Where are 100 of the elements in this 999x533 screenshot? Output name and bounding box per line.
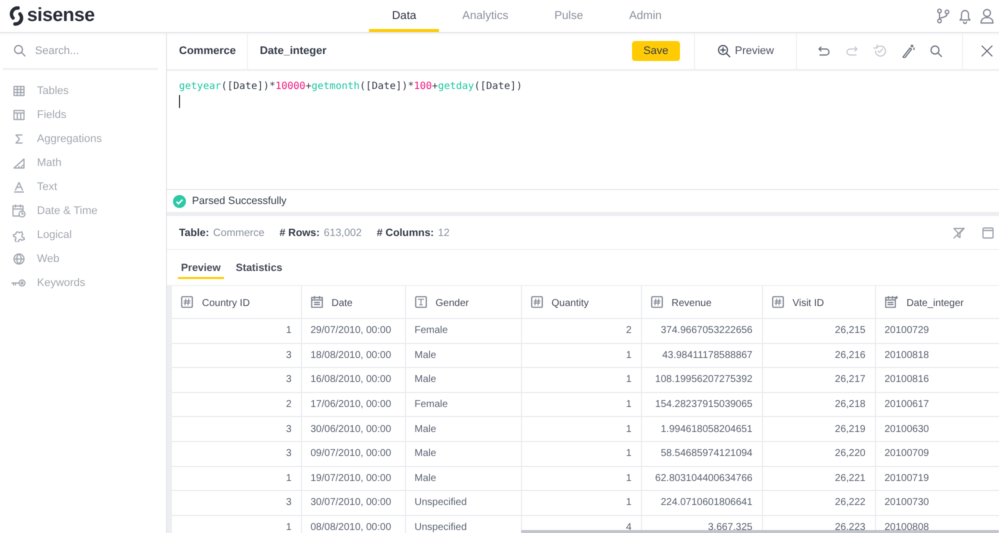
table-cell: 08/08/2010, 00:00 — [301, 515, 405, 533]
table-cell: 09/07/2010, 00:00 — [301, 441, 405, 466]
table-cell: Female — [405, 392, 521, 417]
table-cell: 1 — [521, 392, 641, 417]
table-cell: Male — [405, 343, 521, 368]
table-cell: 26,222 — [762, 490, 875, 516]
table-cell: 154.28237915039065 — [641, 392, 762, 417]
table-cell: 43.98411178588867 — [641, 343, 762, 368]
table-cell: 20100617 — [875, 392, 999, 417]
column-header[interactable]: Date — [301, 286, 405, 318]
table-cell: 18/08/2010, 00:00 — [301, 343, 405, 368]
table-cell: 3 — [172, 441, 301, 466]
user-icon[interactable] — [980, 8, 994, 24]
formula-text[interactable]: getyear([Date])*10000+getmonth([Date])*100+getday([Date]) — [179, 81, 522, 92]
table-cell: 108.19956207275392 — [641, 368, 762, 392]
columns-icon — [13, 109, 25, 121]
panel-icon[interactable] — [982, 226, 994, 238]
table-cell: 20100818 — [875, 343, 999, 368]
column-header[interactable]: Date_integer — [875, 286, 999, 318]
table-cell: Unspecified — [405, 490, 521, 516]
table-cell: Unspecified — [405, 515, 521, 533]
table-cell: 20100719 — [875, 466, 999, 491]
table-cell: 1 — [521, 441, 641, 466]
column-header[interactable]: Revenue — [641, 286, 762, 318]
table-cell: 26,220 — [762, 441, 875, 466]
logo-icon — [9, 6, 24, 26]
table-cell: 2 — [172, 392, 301, 417]
table-cell: 3 — [172, 343, 301, 368]
table-cell: 2 — [521, 318, 641, 344]
calendar-clock-icon — [12, 204, 26, 218]
sigma-icon — [13, 133, 25, 145]
ruler-triangle-icon — [13, 157, 25, 169]
info-value: 613,002 — [324, 226, 362, 238]
text-type-icon — [414, 296, 426, 308]
table-cell: 29/07/2010, 00:00 — [301, 318, 405, 344]
number-type-icon — [772, 296, 784, 308]
table-cell: 20100730 — [875, 490, 999, 516]
search-icon[interactable] — [929, 44, 943, 58]
key-icon — [11, 277, 27, 289]
scrollbar[interactable] — [521, 530, 999, 533]
info-value: 12 — [438, 226, 450, 238]
table-cell: 1 — [521, 368, 641, 392]
calendar-icon — [310, 296, 322, 308]
table-cell: 26,221 — [762, 466, 875, 491]
table-cell: 62.803104400634766 — [641, 466, 762, 491]
search-icon — [13, 44, 26, 57]
preview-button[interactable]: Preview — [694, 33, 797, 69]
nav-tab[interactable]: Data — [369, 0, 440, 32]
table-cell: 26,219 — [762, 416, 875, 442]
info-label: # Rows: — [280, 226, 320, 238]
globe-icon — [13, 253, 25, 265]
table-cell: 19/07/2010, 00:00 — [301, 466, 405, 491]
zoom-in-icon — [716, 44, 731, 58]
save-button[interactable]: Save — [632, 41, 680, 61]
table-cell: 20100630 — [875, 416, 999, 442]
table-cell: 30/07/2010, 00:00 — [301, 490, 405, 516]
info-value: Commerce — [213, 226, 264, 238]
bell-icon[interactable] — [958, 8, 972, 24]
column-header[interactable]: Visit ID — [762, 286, 875, 318]
column-header[interactable]: Quantity — [521, 286, 641, 318]
table-cell: Female — [405, 318, 521, 344]
table-cell: 1 — [521, 490, 641, 516]
table-cell: 3 — [172, 490, 301, 516]
number-type-icon — [181, 296, 193, 308]
table-cell: 26,218 — [762, 392, 875, 417]
magic-wand-icon[interactable] — [901, 44, 915, 58]
table-cell: Male — [405, 441, 521, 466]
filter-off-icon[interactable] — [953, 226, 965, 238]
search-field[interactable]: Search... — [35, 44, 145, 56]
text-cursor — [179, 95, 180, 108]
table-cell: 1 — [172, 515, 301, 533]
table-cell: 16/08/2010, 00:00 — [301, 368, 405, 392]
info-label: Table: — [179, 226, 210, 238]
table-cell: 1 — [521, 343, 641, 368]
breadcrumb-item[interactable]: Commerce — [167, 33, 248, 69]
table-cell: 58.54685974121094 — [641, 441, 762, 466]
table-cell: 3 — [172, 368, 301, 392]
branch-icon[interactable] — [936, 8, 950, 24]
table-cell: 1 — [172, 318, 301, 344]
tab[interactable]: Statistics — [232, 262, 286, 279]
table-cell: Male — [405, 368, 521, 392]
calendar-sparkle-icon — [884, 296, 898, 308]
table-cell: 1 — [172, 466, 301, 491]
number-type-icon — [650, 296, 662, 308]
table-cell: 17/06/2010, 00:00 — [301, 392, 405, 417]
close-icon[interactable] — [981, 45, 993, 57]
table-cell: Male — [405, 416, 521, 442]
number-type-icon — [530, 296, 542, 308]
logo-text: sisense — [27, 5, 95, 27]
table-cell: 1.994618058204651 — [641, 416, 762, 442]
table-cell: 26,216 — [762, 343, 875, 368]
table-cell: 26,217 — [762, 368, 875, 392]
column-header[interactable]: Country ID — [172, 286, 301, 318]
column-header[interactable]: Gender — [405, 286, 521, 318]
check-circle-icon — [173, 194, 186, 208]
info-label: # Columns: — [376, 226, 434, 238]
undo-icon[interactable] — [817, 44, 831, 58]
tab[interactable]: Preview — [178, 262, 224, 279]
table-cell: 1 — [521, 466, 641, 491]
breadcrumb-item[interactable]: Date_integer — [248, 33, 338, 69]
